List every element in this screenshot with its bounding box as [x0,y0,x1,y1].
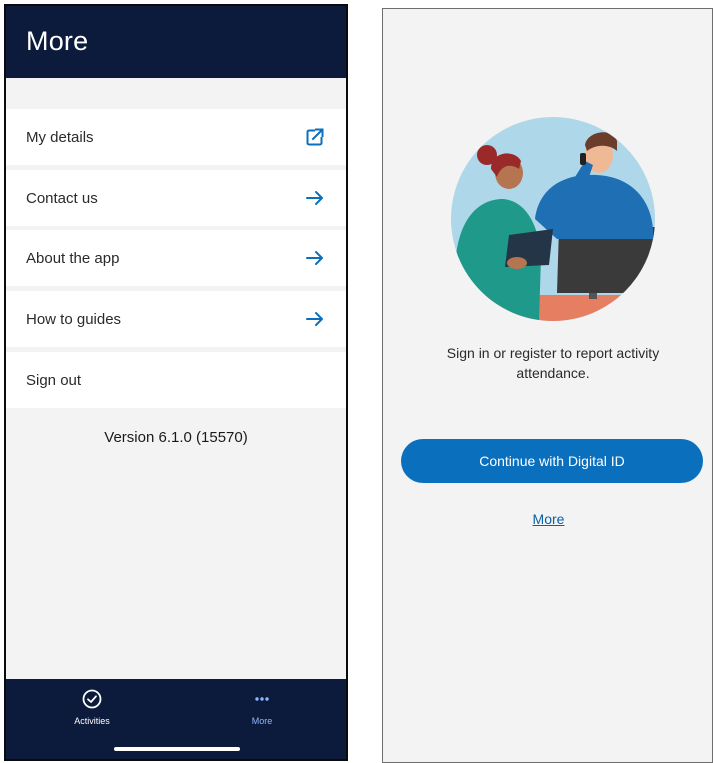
menu-item-label: How to guides [26,310,122,328]
menu-item-about-the-app[interactable]: About the app [6,230,346,286]
sign-in-prompt: Sign in or register to report activity a… [403,343,703,383]
menu-item-label: About the app [26,249,120,267]
version-text: Version 6.1.0 (15570) [104,429,248,446]
external-link-icon [304,126,326,148]
tab-activities[interactable]: Activities [52,689,132,726]
menu-item-contact-us[interactable]: Contact us [6,170,346,226]
arrow-right-icon [304,187,326,209]
prompt-line-2: attendance. [516,365,590,381]
tab-more[interactable]: More [222,689,302,726]
bottom-tab-bar: Activities More [6,679,346,759]
arrow-right-icon [304,247,326,269]
continue-with-digital-id-button[interactable]: Continue with Digital ID [401,439,703,483]
menu-item-label: Sign out [26,371,82,389]
prompt-line-1: Sign in or register to report activity [446,345,660,361]
header-bar: More [6,6,346,78]
more-dots-icon [252,689,272,714]
menu-item-my-details[interactable]: My details [6,109,346,165]
people-at-desk-illustration [451,117,655,321]
menu-item-label: My details [26,128,94,146]
arrow-right-icon [304,308,326,330]
more-screen: More My details Contact us About the app… [4,4,348,761]
sign-in-screen: Sign in or register to report activity a… [382,8,713,763]
home-indicator [114,747,240,751]
menu-item-how-to-guides[interactable]: How to guides [6,291,346,347]
menu-item-label: Contact us [26,189,98,207]
page-title: More [26,26,89,56]
menu-item-sign-out[interactable]: Sign out [6,352,346,408]
more-link[interactable]: More [383,511,712,527]
check-circle-icon [82,689,102,714]
tab-label: More [251,716,273,726]
tab-label: Activities [74,716,110,726]
